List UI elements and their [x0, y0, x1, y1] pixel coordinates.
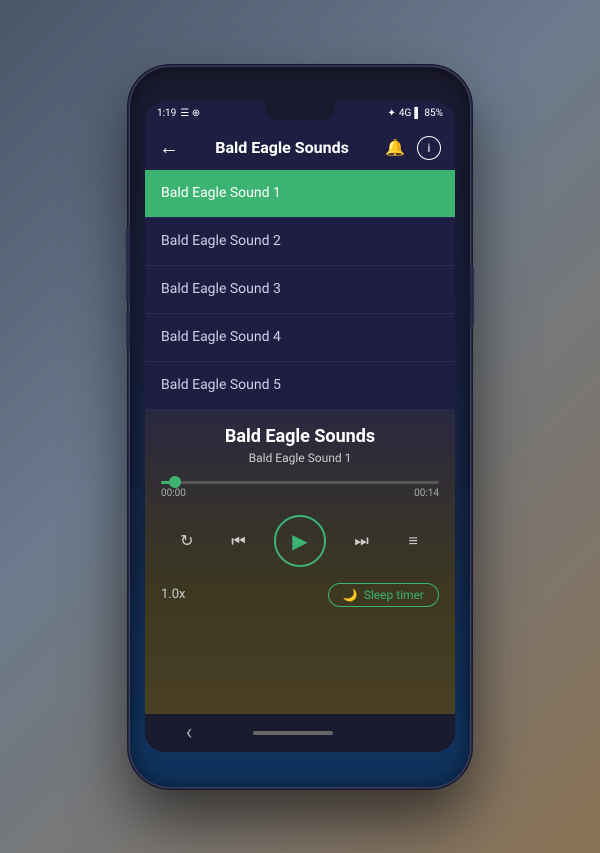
player-track-name: Bald Eagle Sound 1 [249, 451, 352, 465]
playlist-icon: ≡ [409, 531, 418, 551]
progress-track[interactable] [161, 481, 439, 484]
song-label-3: Bald Eagle Sound 3 [161, 281, 281, 297]
info-icon: i [428, 141, 431, 155]
playlist-button[interactable]: ≡ [397, 525, 429, 557]
prev-button[interactable]: ⏮ [222, 525, 254, 557]
phone-screen: 1:19 ☰ ⊕ ✦ 4G ▌ 85% ← Bald Eagle Sounds … [145, 102, 455, 752]
next-icon: ⏭ [354, 531, 368, 551]
moon-icon: 🌙 [343, 588, 358, 602]
time-total: 00:14 [414, 488, 439, 499]
status-icons: ☰ ⊕ [180, 108, 200, 119]
time-current: 00:00 [161, 488, 186, 499]
song-label-5: Bald Eagle Sound 5 [161, 377, 281, 393]
progress-fill [161, 481, 175, 484]
bluetooth-icon: ✦ [388, 108, 396, 119]
app-title: Bald Eagle Sounds [215, 138, 349, 157]
progress-times: 00:00 00:14 [161, 488, 439, 499]
app-bar-icons: 🔔 i [385, 136, 441, 160]
song-item-4[interactable]: Bald Eagle Sound 4 [145, 314, 455, 362]
signal-label: 4G [399, 108, 411, 119]
song-label-2: Bald Eagle Sound 2 [161, 233, 281, 249]
playback-controls: ↻ ⏮ ▶ ⏭ ≡ [161, 515, 439, 567]
back-button[interactable]: ← [159, 135, 179, 160]
volume-button-2[interactable] [126, 312, 130, 347]
play-icon: ▶ [292, 529, 307, 553]
song-label-4: Bald Eagle Sound 4 [161, 329, 281, 345]
navigation-bar: ‹ [145, 714, 455, 752]
repeat-button[interactable]: ↻ [171, 525, 203, 557]
battery-label: 85% [424, 108, 443, 119]
progress-container[interactable]: 00:00 00:14 [161, 481, 439, 499]
phone-notch [265, 102, 335, 120]
song-item-5[interactable]: Bald Eagle Sound 5 [145, 362, 455, 410]
speed-label[interactable]: 1.0x [161, 587, 186, 602]
player-album-title: Bald Eagle Sounds [225, 426, 375, 447]
battery-icon: ▌ [414, 108, 421, 119]
song-label-1: Bald Eagle Sound 1 [161, 185, 281, 201]
volume-button-1[interactable] [126, 267, 130, 302]
info-button[interactable]: i [417, 136, 441, 160]
status-time: 1:19 [157, 108, 176, 119]
next-button[interactable]: ⏭ [346, 525, 378, 557]
app-bar: ← Bald Eagle Sounds 🔔 i [145, 126, 455, 170]
song-item-1[interactable]: Bald Eagle Sound 1 [145, 170, 455, 218]
phone-frame: 1:19 ☰ ⊕ ✦ 4G ▌ 85% ← Bald Eagle Sounds … [130, 67, 470, 787]
song-item-3[interactable]: Bald Eagle Sound 3 [145, 266, 455, 314]
song-item-2[interactable]: Bald Eagle Sound 2 [145, 218, 455, 266]
bell-icon[interactable]: 🔔 [385, 138, 405, 157]
repeat-icon: ↻ [180, 531, 193, 550]
home-indicator[interactable] [253, 731, 333, 735]
nav-back-button[interactable]: ‹ [166, 712, 213, 752]
status-left: 1:19 ☰ ⊕ [157, 108, 200, 119]
prev-icon: ⏮ [231, 531, 245, 551]
status-right: ✦ 4G ▌ 85% [388, 108, 444, 119]
sleep-timer-label: Sleep timer [364, 588, 424, 602]
sleep-timer-button[interactable]: 🌙 Sleep timer [328, 583, 439, 607]
play-button[interactable]: ▶ [274, 515, 326, 567]
player-bottom-row: 1.0x 🌙 Sleep timer [161, 583, 439, 607]
song-list: Bald Eagle Sound 1 Bald Eagle Sound 2 Ba… [145, 170, 455, 410]
progress-thumb [169, 476, 181, 488]
player-area: Bald Eagle Sounds Bald Eagle Sound 1 00:… [145, 410, 455, 714]
